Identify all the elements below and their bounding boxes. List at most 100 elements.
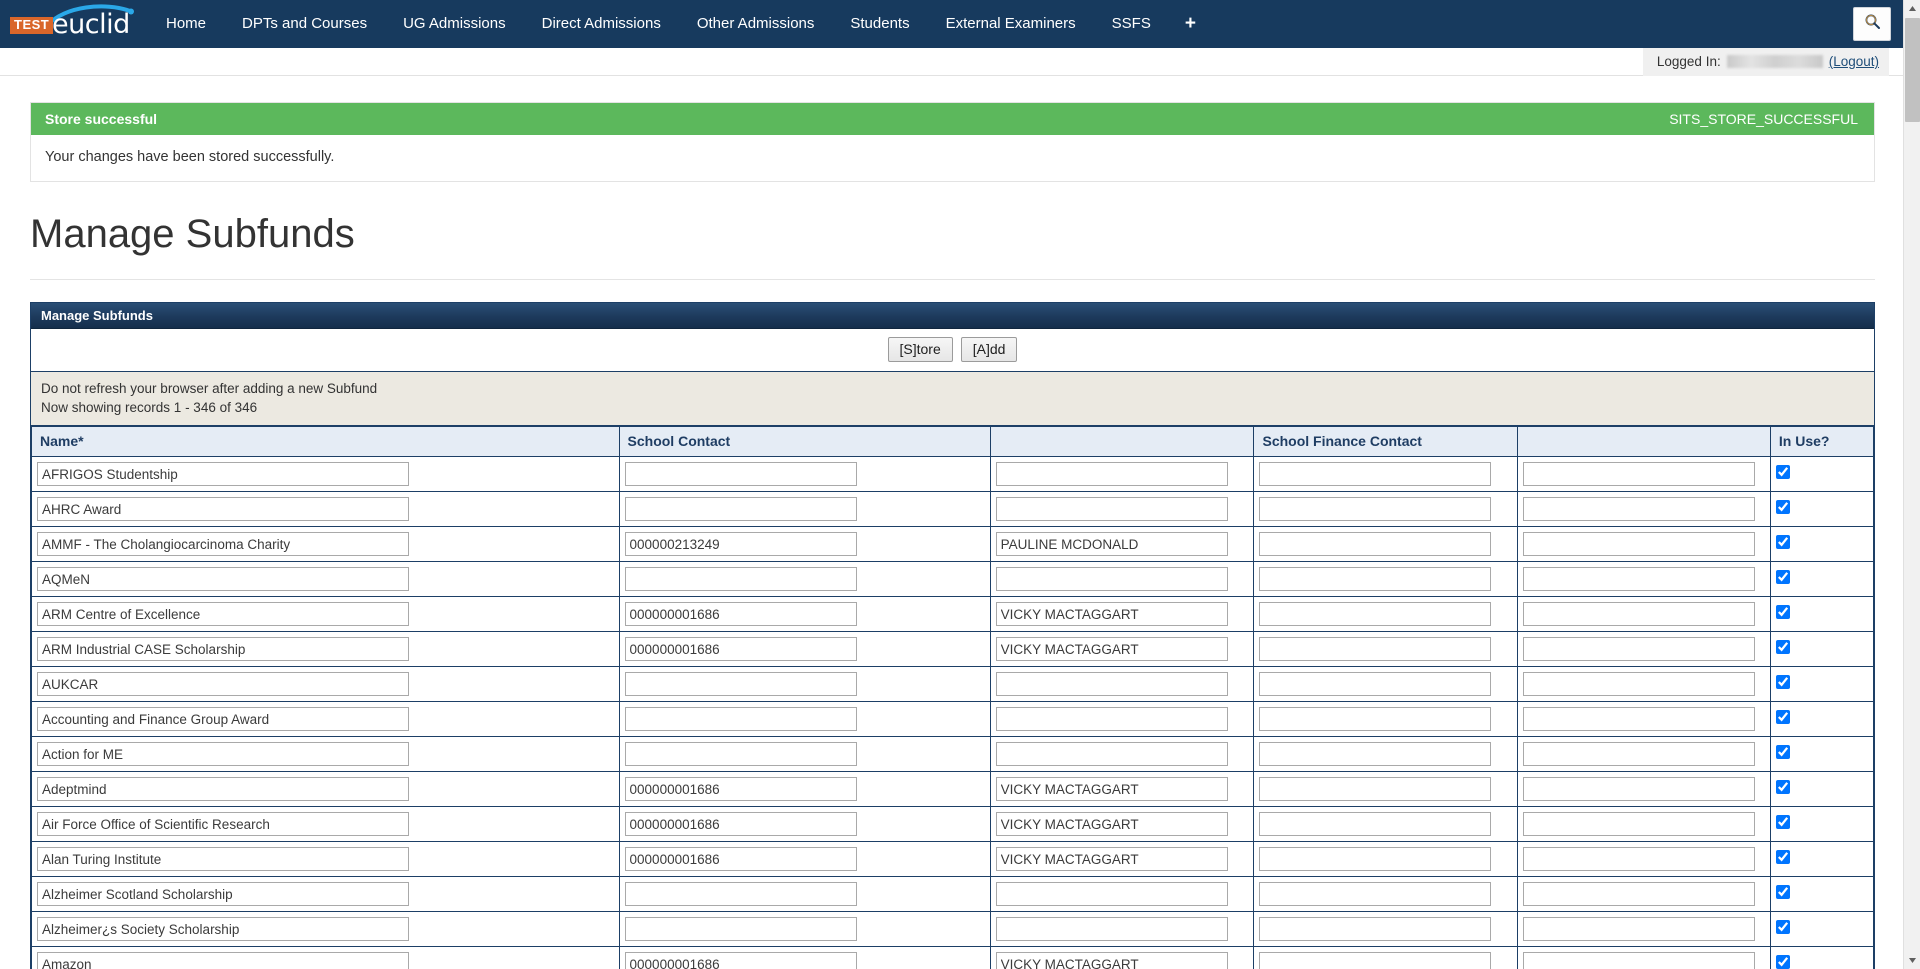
in-use-checkbox[interactable]: [1776, 535, 1790, 549]
subfund-name-input[interactable]: [37, 637, 409, 661]
school-contact-code-input[interactable]: [625, 602, 857, 626]
school-finance-name-input[interactable]: [1523, 532, 1755, 556]
scrollbar-thumb[interactable]: [1905, 18, 1920, 122]
in-use-checkbox[interactable]: [1776, 640, 1790, 654]
in-use-checkbox[interactable]: [1776, 815, 1790, 829]
school-contact-code-input[interactable]: [625, 882, 857, 906]
school-finance-code-input[interactable]: [1259, 707, 1491, 731]
school-contact-name-input[interactable]: [996, 707, 1228, 731]
school-finance-name-input[interactable]: [1523, 777, 1755, 801]
school-contact-code-input[interactable]: [625, 952, 857, 969]
nav-item-ug-admissions[interactable]: UG Admissions: [385, 0, 524, 48]
in-use-checkbox[interactable]: [1776, 745, 1790, 759]
school-contact-code-input[interactable]: [625, 672, 857, 696]
nav-item-other-admissions[interactable]: Other Admissions: [679, 0, 833, 48]
nav-item-home[interactable]: Home: [148, 0, 224, 48]
school-finance-code-input[interactable]: [1259, 637, 1491, 661]
school-contact-name-input[interactable]: [996, 532, 1228, 556]
school-contact-code-input[interactable]: [625, 462, 857, 486]
school-finance-code-input[interactable]: [1259, 952, 1491, 969]
school-contact-code-input[interactable]: [625, 777, 857, 801]
in-use-checkbox[interactable]: [1776, 710, 1790, 724]
scroll-down-arrow-icon[interactable]: [1904, 952, 1920, 969]
subfund-name-input[interactable]: [37, 812, 409, 836]
school-finance-name-input[interactable]: [1523, 847, 1755, 871]
school-finance-code-input[interactable]: [1259, 882, 1491, 906]
school-finance-code-input[interactable]: [1259, 672, 1491, 696]
school-contact-name-input[interactable]: [996, 917, 1228, 941]
school-finance-code-input[interactable]: [1259, 742, 1491, 766]
subfund-name-input[interactable]: [37, 952, 409, 969]
euclid-logo[interactable]: TEST euclid: [6, 0, 136, 48]
school-contact-name-input[interactable]: [996, 567, 1228, 591]
school-finance-name-input[interactable]: [1523, 742, 1755, 766]
search-button[interactable]: [1853, 7, 1891, 41]
school-contact-name-input[interactable]: [996, 497, 1228, 521]
subfund-name-input[interactable]: [37, 707, 409, 731]
school-finance-code-input[interactable]: [1259, 812, 1491, 836]
in-use-checkbox[interactable]: [1776, 570, 1790, 584]
school-contact-code-input[interactable]: [625, 812, 857, 836]
school-contact-name-input[interactable]: [996, 602, 1228, 626]
school-finance-name-input[interactable]: [1523, 917, 1755, 941]
school-contact-code-input[interactable]: [625, 917, 857, 941]
school-contact-name-input[interactable]: [996, 637, 1228, 661]
school-contact-name-input[interactable]: [996, 812, 1228, 836]
school-contact-name-input[interactable]: [996, 882, 1228, 906]
nav-item-dpts-and-courses[interactable]: DPTs and Courses: [224, 0, 385, 48]
subfund-name-input[interactable]: [37, 742, 409, 766]
add-button[interactable]: [A]dd: [961, 337, 1018, 362]
in-use-checkbox[interactable]: [1776, 780, 1790, 794]
school-finance-code-input[interactable]: [1259, 567, 1491, 591]
add-menu-icon[interactable]: +: [1169, 0, 1212, 48]
school-contact-code-input[interactable]: [625, 707, 857, 731]
in-use-checkbox[interactable]: [1776, 465, 1790, 479]
subfund-name-input[interactable]: [37, 777, 409, 801]
school-contact-name-input[interactable]: [996, 952, 1228, 969]
school-finance-name-input[interactable]: [1523, 672, 1755, 696]
subfund-name-input[interactable]: [37, 567, 409, 591]
subfund-name-input[interactable]: [37, 532, 409, 556]
school-contact-name-input[interactable]: [996, 777, 1228, 801]
nav-item-students[interactable]: Students: [832, 0, 927, 48]
subfund-name-input[interactable]: [37, 882, 409, 906]
school-finance-name-input[interactable]: [1523, 882, 1755, 906]
subfund-name-input[interactable]: [37, 847, 409, 871]
nav-item-ssfs[interactable]: SSFS: [1094, 0, 1169, 48]
in-use-checkbox[interactable]: [1776, 850, 1790, 864]
nav-item-external-examiners[interactable]: External Examiners: [928, 0, 1094, 48]
school-finance-name-input[interactable]: [1523, 952, 1755, 969]
school-finance-code-input[interactable]: [1259, 917, 1491, 941]
page-scrollbar[interactable]: [1903, 0, 1920, 969]
school-finance-code-input[interactable]: [1259, 497, 1491, 521]
logout-link[interactable]: (Logout): [1829, 54, 1879, 69]
subfund-name-input[interactable]: [37, 497, 409, 521]
subfund-name-input[interactable]: [37, 602, 409, 626]
in-use-checkbox[interactable]: [1776, 675, 1790, 689]
school-contact-name-input[interactable]: [996, 742, 1228, 766]
school-finance-code-input[interactable]: [1259, 847, 1491, 871]
school-finance-name-input[interactable]: [1523, 637, 1755, 661]
school-contact-name-input[interactable]: [996, 462, 1228, 486]
school-finance-code-input[interactable]: [1259, 532, 1491, 556]
subfund-name-input[interactable]: [37, 672, 409, 696]
school-contact-code-input[interactable]: [625, 497, 857, 521]
school-finance-code-input[interactable]: [1259, 777, 1491, 801]
nav-item-direct-admissions[interactable]: Direct Admissions: [524, 0, 679, 48]
in-use-checkbox[interactable]: [1776, 920, 1790, 934]
school-finance-name-input[interactable]: [1523, 567, 1755, 591]
school-contact-code-input[interactable]: [625, 567, 857, 591]
school-finance-code-input[interactable]: [1259, 462, 1491, 486]
school-contact-code-input[interactable]: [625, 637, 857, 661]
store-button[interactable]: [S]tore: [888, 337, 953, 362]
school-contact-code-input[interactable]: [625, 532, 857, 556]
school-finance-name-input[interactable]: [1523, 812, 1755, 836]
scroll-up-arrow-icon[interactable]: [1904, 0, 1920, 17]
in-use-checkbox[interactable]: [1776, 955, 1790, 969]
school-finance-name-input[interactable]: [1523, 602, 1755, 626]
school-finance-name-input[interactable]: [1523, 462, 1755, 486]
school-contact-code-input[interactable]: [625, 847, 857, 871]
in-use-checkbox[interactable]: [1776, 885, 1790, 899]
subfund-name-input[interactable]: [37, 462, 409, 486]
school-finance-name-input[interactable]: [1523, 707, 1755, 731]
